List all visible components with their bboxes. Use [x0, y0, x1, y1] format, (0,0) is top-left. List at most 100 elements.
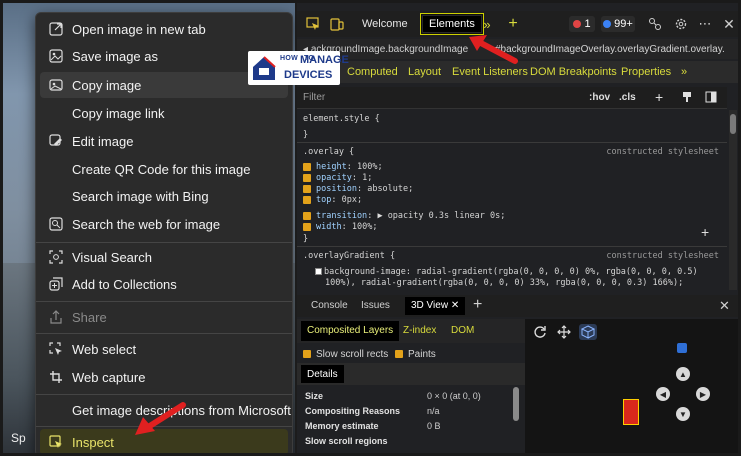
- property-checkbox[interactable]: [303, 173, 311, 182]
- rotate-left-icon[interactable]: ◀: [656, 387, 670, 401]
- rotate-down-icon[interactable]: ▼: [676, 407, 690, 421]
- property-checkbox[interactable]: [303, 184, 311, 193]
- menu-item-edit-image[interactable]: Edit image: [40, 128, 288, 154]
- device-emulation-icon[interactable]: [329, 16, 345, 32]
- annotation-arrow-inspect: [135, 402, 186, 435]
- inspect-element-icon[interactable]: [305, 16, 321, 32]
- menu-item-add-to-collections[interactable]: Add to Collections: [40, 271, 288, 297]
- subtab-event-listeners[interactable]: Event Listeners: [452, 66, 528, 78]
- property-checkbox[interactable]: [303, 222, 311, 231]
- constructed-stylesheet-link[interactable]: constructed stylesheet: [606, 251, 719, 261]
- property-name: top: [316, 195, 332, 205]
- subtab-dom[interactable]: DOM: [451, 325, 474, 336]
- menu-item-share[interactable]: Share: [40, 304, 288, 330]
- menu-item-create-qr-code[interactable]: Create QR Code for this image: [40, 156, 288, 182]
- pan-icon[interactable]: [557, 325, 571, 344]
- add-drawer-tab-icon[interactable]: +: [473, 296, 482, 314]
- tab-welcome[interactable]: Welcome: [355, 14, 415, 34]
- sidebar-toggle-icon[interactable]: [705, 91, 717, 106]
- error-count-badge[interactable]: 1: [569, 16, 595, 32]
- error-count: 1: [584, 18, 591, 30]
- close-icon[interactable]: ✕: [451, 300, 459, 311]
- gear-icon[interactable]: [673, 16, 689, 32]
- property-checkbox[interactable]: [303, 195, 311, 204]
- paints-checkbox[interactable]: [395, 350, 403, 359]
- cls-toggle[interactable]: .cls: [619, 92, 636, 103]
- add-tab-icon[interactable]: +: [505, 15, 521, 32]
- slow-scroll-rects-option[interactable]: Slow scroll rects: [303, 349, 388, 360]
- rotate-right-icon[interactable]: ▶: [696, 387, 710, 401]
- subtab-layout[interactable]: Layout: [408, 66, 441, 78]
- background-image-property[interactable]: background-image: radial-gradient(rgba(0…: [315, 267, 698, 277]
- overlay-selector[interactable]: .overlay {: [303, 147, 354, 157]
- property-text: background-image: radial-gradient(rgba(0…: [324, 267, 698, 277]
- element-style-selector[interactable]: element.style {: [303, 114, 380, 124]
- property-name: transition: [316, 211, 368, 221]
- style-property-row[interactable]: position: absolute;: [303, 184, 413, 194]
- rotate-up-icon[interactable]: ▲: [676, 367, 690, 381]
- styles-scrollbar[interactable]: [729, 110, 737, 290]
- subtab-z-index[interactable]: Z-index: [403, 325, 436, 336]
- hov-toggle[interactable]: :hov: [589, 92, 610, 103]
- add-property-icon[interactable]: +: [701, 224, 709, 240]
- screenshot-frame: Sp Open image in new tab Save image as C…: [0, 0, 741, 456]
- menu-item-label: Add to Collections: [72, 276, 177, 292]
- details-header: Details: [297, 363, 525, 385]
- style-property-row[interactable]: height: 100%;: [303, 162, 383, 172]
- property-value: absolute;: [367, 184, 414, 194]
- more-subtabs-chevron-icon[interactable]: »: [681, 66, 687, 78]
- style-property-row[interactable]: opacity: 1;: [303, 173, 372, 183]
- menu-item-search-web-for-image[interactable]: Search the web for image: [40, 211, 288, 237]
- subtab-properties[interactable]: Properties: [621, 66, 671, 78]
- property-checkbox[interactable]: [303, 162, 311, 171]
- menu-separator: [36, 242, 292, 243]
- tab-3d-view[interactable]: 3D View ✕: [405, 297, 466, 315]
- style-property-row[interactable]: width: 100%;: [303, 222, 377, 232]
- menu-item-search-image-bing[interactable]: Search image with Bing: [40, 183, 288, 209]
- property-checkbox[interactable]: [303, 211, 311, 220]
- info-count-badge[interactable]: 99+: [601, 16, 635, 32]
- subtab-computed[interactable]: Computed: [347, 66, 398, 78]
- breadcrumb-item[interactable]: #backgroundImageOverlay.overlayGradient.…: [495, 44, 725, 55]
- close-drawer-icon[interactable]: ✕: [719, 298, 730, 314]
- web-select-icon: [48, 341, 64, 357]
- style-property-row[interactable]: top: 0px;: [303, 195, 362, 205]
- overlay-gradient-selector[interactable]: .overlayGradient {: [303, 251, 395, 261]
- paints-option[interactable]: Paints: [395, 349, 436, 360]
- menu-item-label: Open image in new tab: [72, 21, 206, 37]
- property-name: position: [316, 184, 357, 194]
- details-scrollbar[interactable]: [513, 387, 519, 421]
- close-icon[interactable]: ✕: [721, 16, 737, 32]
- menu-separator: [36, 301, 292, 302]
- rule-close-brace: }: [303, 234, 309, 244]
- subtab-composited-layers[interactable]: Composited Layers: [301, 321, 400, 341]
- more-options-icon[interactable]: ⋯: [697, 16, 713, 32]
- cube-view-icon[interactable]: [579, 324, 597, 340]
- menu-item-open-image-new-tab[interactable]: Open image in new tab: [40, 16, 288, 42]
- rotate-icon[interactable]: [533, 325, 547, 344]
- paint-brush-icon[interactable]: [681, 91, 693, 106]
- tab-console[interactable]: Console: [311, 300, 348, 311]
- layer-node[interactable]: [677, 343, 687, 353]
- more-tabs-chevron-icon[interactable]: »: [479, 16, 495, 32]
- new-style-rule-icon[interactable]: +: [655, 89, 663, 105]
- tab-issues[interactable]: Issues: [361, 300, 390, 311]
- expand-triangle-icon[interactable]: ▶: [377, 211, 382, 221]
- menu-item-web-select[interactable]: Web select: [40, 336, 288, 362]
- network-icon[interactable]: [647, 16, 663, 32]
- styles-filter-bar: Filter :hov .cls +: [297, 87, 727, 109]
- scrollbar-thumb[interactable]: [730, 114, 736, 134]
- color-swatch[interactable]: [315, 268, 322, 275]
- layer-block[interactable]: [623, 399, 639, 425]
- subtab-dom-breakpoints[interactable]: DOM Breakpoints: [530, 66, 617, 78]
- menu-item-visual-search[interactable]: Visual Search: [40, 244, 288, 270]
- menu-item-copy-image-link[interactable]: Copy image link: [40, 100, 288, 126]
- style-property-row[interactable]: transition: ▶ opacity 0.3s linear 0s;: [303, 211, 505, 221]
- slow-scroll-rects-checkbox[interactable]: [303, 350, 311, 359]
- 3d-view-canvas[interactable]: ▲ ◀ ▶ ▼: [525, 319, 738, 453]
- edit-image-icon: [48, 133, 64, 149]
- filter-input[interactable]: Filter: [303, 92, 325, 103]
- menu-item-web-capture[interactable]: Web capture: [40, 364, 288, 390]
- constructed-stylesheet-link[interactable]: constructed stylesheet: [606, 147, 719, 157]
- tab-details[interactable]: Details: [301, 365, 344, 383]
